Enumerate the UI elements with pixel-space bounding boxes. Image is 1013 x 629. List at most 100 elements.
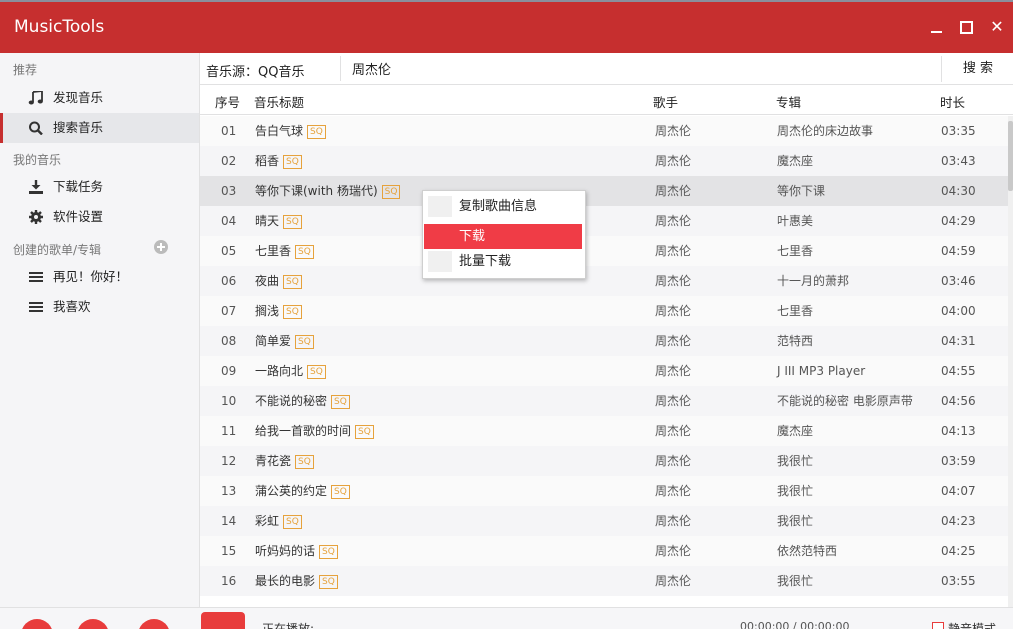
cell-duration: 04:13 [941, 424, 976, 438]
song-title: 晴天 [255, 214, 280, 228]
table-row[interactable]: 02 稻香 SQ 周杰伦 魔杰座 03:43 [200, 146, 1008, 176]
search-bar: 音乐源：QQ音乐 搜 索 [200, 53, 1013, 85]
header-artist[interactable]: 歌手 [653, 92, 678, 111]
cell-title: 蒲公英的约定 SQ [255, 476, 350, 506]
cell-num: 02 [221, 154, 237, 168]
menu-item-copy-info[interactable]: 复制歌曲信息 [424, 194, 582, 219]
play-button[interactable] [77, 619, 109, 629]
menu-item-label: 下载 [459, 229, 486, 244]
song-title: 给我一首歌的时间 [255, 424, 352, 438]
cell-duration: 03:43 [941, 154, 976, 168]
maximize-button[interactable] [955, 16, 977, 38]
menu-item-label: 复制歌曲信息 [459, 199, 538, 214]
table-row[interactable]: 16 最长的电影 SQ 周杰伦 我很忙 03:55 [200, 566, 1008, 596]
table-row[interactable]: 07 搁浅 SQ 周杰伦 七里香 04:00 [200, 296, 1008, 326]
time-readout: 00:00:00 / 00:00:00 [740, 620, 850, 629]
song-title: 彩虹 [255, 514, 280, 528]
table-row[interactable]: 05 七里香 SQ 周杰伦 七里香 04:59 [200, 236, 1008, 266]
table-row[interactable]: 09 一路向北 SQ 周杰伦 J III MP3 Player 04:55 [200, 356, 1008, 386]
sidebar-item-downloads[interactable]: 下载任务 [0, 172, 199, 202]
sidebar-item-settings[interactable]: 软件设置 [0, 202, 199, 232]
menu-item-batch-download[interactable]: 批量下载 [424, 249, 582, 274]
cell-duration: 04:31 [941, 334, 976, 348]
table-row[interactable]: 06 夜曲 SQ 周杰伦 十一月的萧邦 03:46 [200, 266, 1008, 296]
cell-num: 10 [221, 394, 237, 408]
sq-badge: SQ [283, 154, 302, 169]
cell-album: 七里香 [777, 304, 814, 318]
cell-artist: 周杰伦 [655, 334, 692, 348]
sidebar-item-label: 我喜欢 [53, 299, 91, 314]
minimize-button[interactable] [925, 16, 947, 38]
song-title: 听妈妈的话 [255, 544, 316, 558]
song-list: 01 告白气球 SQ 周杰伦 周杰伦的床边故事 03:35 02 稻香 SQ 周杰伦 魔杰座 03:4… [200, 116, 1008, 607]
music-source-label[interactable]: 音乐源：QQ音乐 [206, 61, 304, 80]
cell-album: 周杰伦的床边故事 [777, 124, 874, 138]
header-duration[interactable]: 时长 [940, 92, 965, 111]
song-title: 不能说的秘密 [255, 394, 328, 408]
cell-title: 不能说的秘密 SQ [255, 386, 350, 416]
table-row[interactable]: 01 告白气球 SQ 周杰伦 周杰伦的床边故事 03:35 [200, 116, 1008, 146]
sq-badge: SQ [283, 274, 302, 289]
cell-artist: 周杰伦 [655, 304, 692, 318]
app-title: MusicTools [14, 17, 105, 37]
cell-album: 依然范特西 [777, 544, 838, 558]
table-header: 序号 音乐标题 歌手 专辑 时长 [200, 85, 1013, 115]
title-bar: MusicTools ✕ [0, 0, 1013, 53]
cell-duration: 03:46 [941, 274, 976, 288]
menu-item-download[interactable]: 下载 [424, 224, 582, 249]
sq-badge: SQ [283, 514, 302, 529]
table-row[interactable]: 04 晴天 SQ 周杰伦 叶惠美 04:29 [200, 206, 1008, 236]
cell-num: 06 [221, 274, 237, 288]
header-num[interactable]: 序号 [215, 92, 240, 111]
table-row[interactable]: 15 听妈妈的话 SQ 周杰伦 依然范特西 04:25 [200, 536, 1008, 566]
table-row[interactable]: 03 等你下课(with 杨瑞代) SQ 周杰伦 等你下课 04:30 [200, 176, 1008, 206]
cell-artist: 周杰伦 [655, 124, 692, 138]
sq-badge: SQ [295, 454, 314, 469]
sidebar-item-label: 发现音乐 [53, 90, 104, 105]
list-icon [29, 302, 43, 312]
search-input[interactable] [340, 56, 940, 81]
scrollbar[interactable] [1008, 116, 1013, 607]
header-title[interactable]: 音乐标题 [254, 92, 304, 111]
header-album[interactable]: 专辑 [776, 92, 801, 111]
mute-checkbox[interactable] [932, 622, 944, 629]
table-row[interactable]: 13 蒲公英的约定 SQ 周杰伦 我很忙 04:07 [200, 476, 1008, 506]
player-bar: 正在播放: 00:00:00 / 00:00:00 静音模式 [0, 607, 1013, 629]
sidebar-item-search[interactable]: 搜索音乐 [0, 113, 199, 143]
search-button[interactable]: 搜 索 [941, 56, 1013, 82]
cell-num: 05 [221, 244, 237, 258]
cell-title: 稻香 SQ [255, 146, 302, 176]
prev-button[interactable] [21, 619, 53, 629]
cell-duration: 03:55 [941, 574, 976, 588]
sidebar-item-favorites[interactable]: 我喜欢 [0, 292, 199, 322]
sq-badge: SQ [319, 544, 338, 559]
cell-album: 魔杰座 [777, 424, 814, 438]
menu-item-label: 批量下载 [459, 254, 512, 269]
section-playlists: 创建的歌单/专辑 [13, 243, 102, 257]
table-row[interactable]: 11 给我一首歌的时间 SQ 周杰伦 魔杰座 04:13 [200, 416, 1008, 446]
cell-title: 简单爱 SQ [255, 326, 314, 356]
sidebar-item-discover[interactable]: 发现音乐 [0, 83, 199, 113]
cell-num: 13 [221, 484, 237, 498]
sq-badge: SQ [319, 574, 338, 589]
close-button[interactable]: ✕ [986, 16, 1008, 38]
song-title: 告白气球 [255, 124, 304, 138]
cell-duration: 04:23 [941, 514, 976, 528]
table-row[interactable]: 10 不能说的秘密 SQ 周杰伦 不能说的秘密 电影原声带 04:56 [200, 386, 1008, 416]
table-row[interactable]: 14 彩虹 SQ 周杰伦 我很忙 04:23 [200, 506, 1008, 536]
sq-badge: SQ [295, 334, 314, 349]
table-row[interactable]: 12 青花瓷 SQ 周杰伦 我很忙 03:59 [200, 446, 1008, 476]
cell-num: 16 [221, 574, 237, 588]
cell-album: J III MP3 Player [777, 364, 866, 378]
next-button[interactable] [138, 619, 170, 629]
cell-artist: 周杰伦 [655, 424, 692, 438]
add-playlist-icon[interactable] [154, 240, 168, 254]
sidebar-item-playlist-1[interactable]: 再见！你好！ [0, 262, 199, 292]
sq-badge: SQ [283, 304, 302, 319]
scrollbar-thumb[interactable] [1008, 121, 1013, 191]
table-row[interactable]: 08 简单爱 SQ 周杰伦 范特西 04:31 [200, 326, 1008, 356]
cell-num: 03 [221, 184, 237, 198]
cell-duration: 04:59 [941, 244, 976, 258]
section-recommend: 推荐 [13, 63, 38, 77]
cell-artist: 周杰伦 [655, 244, 692, 258]
